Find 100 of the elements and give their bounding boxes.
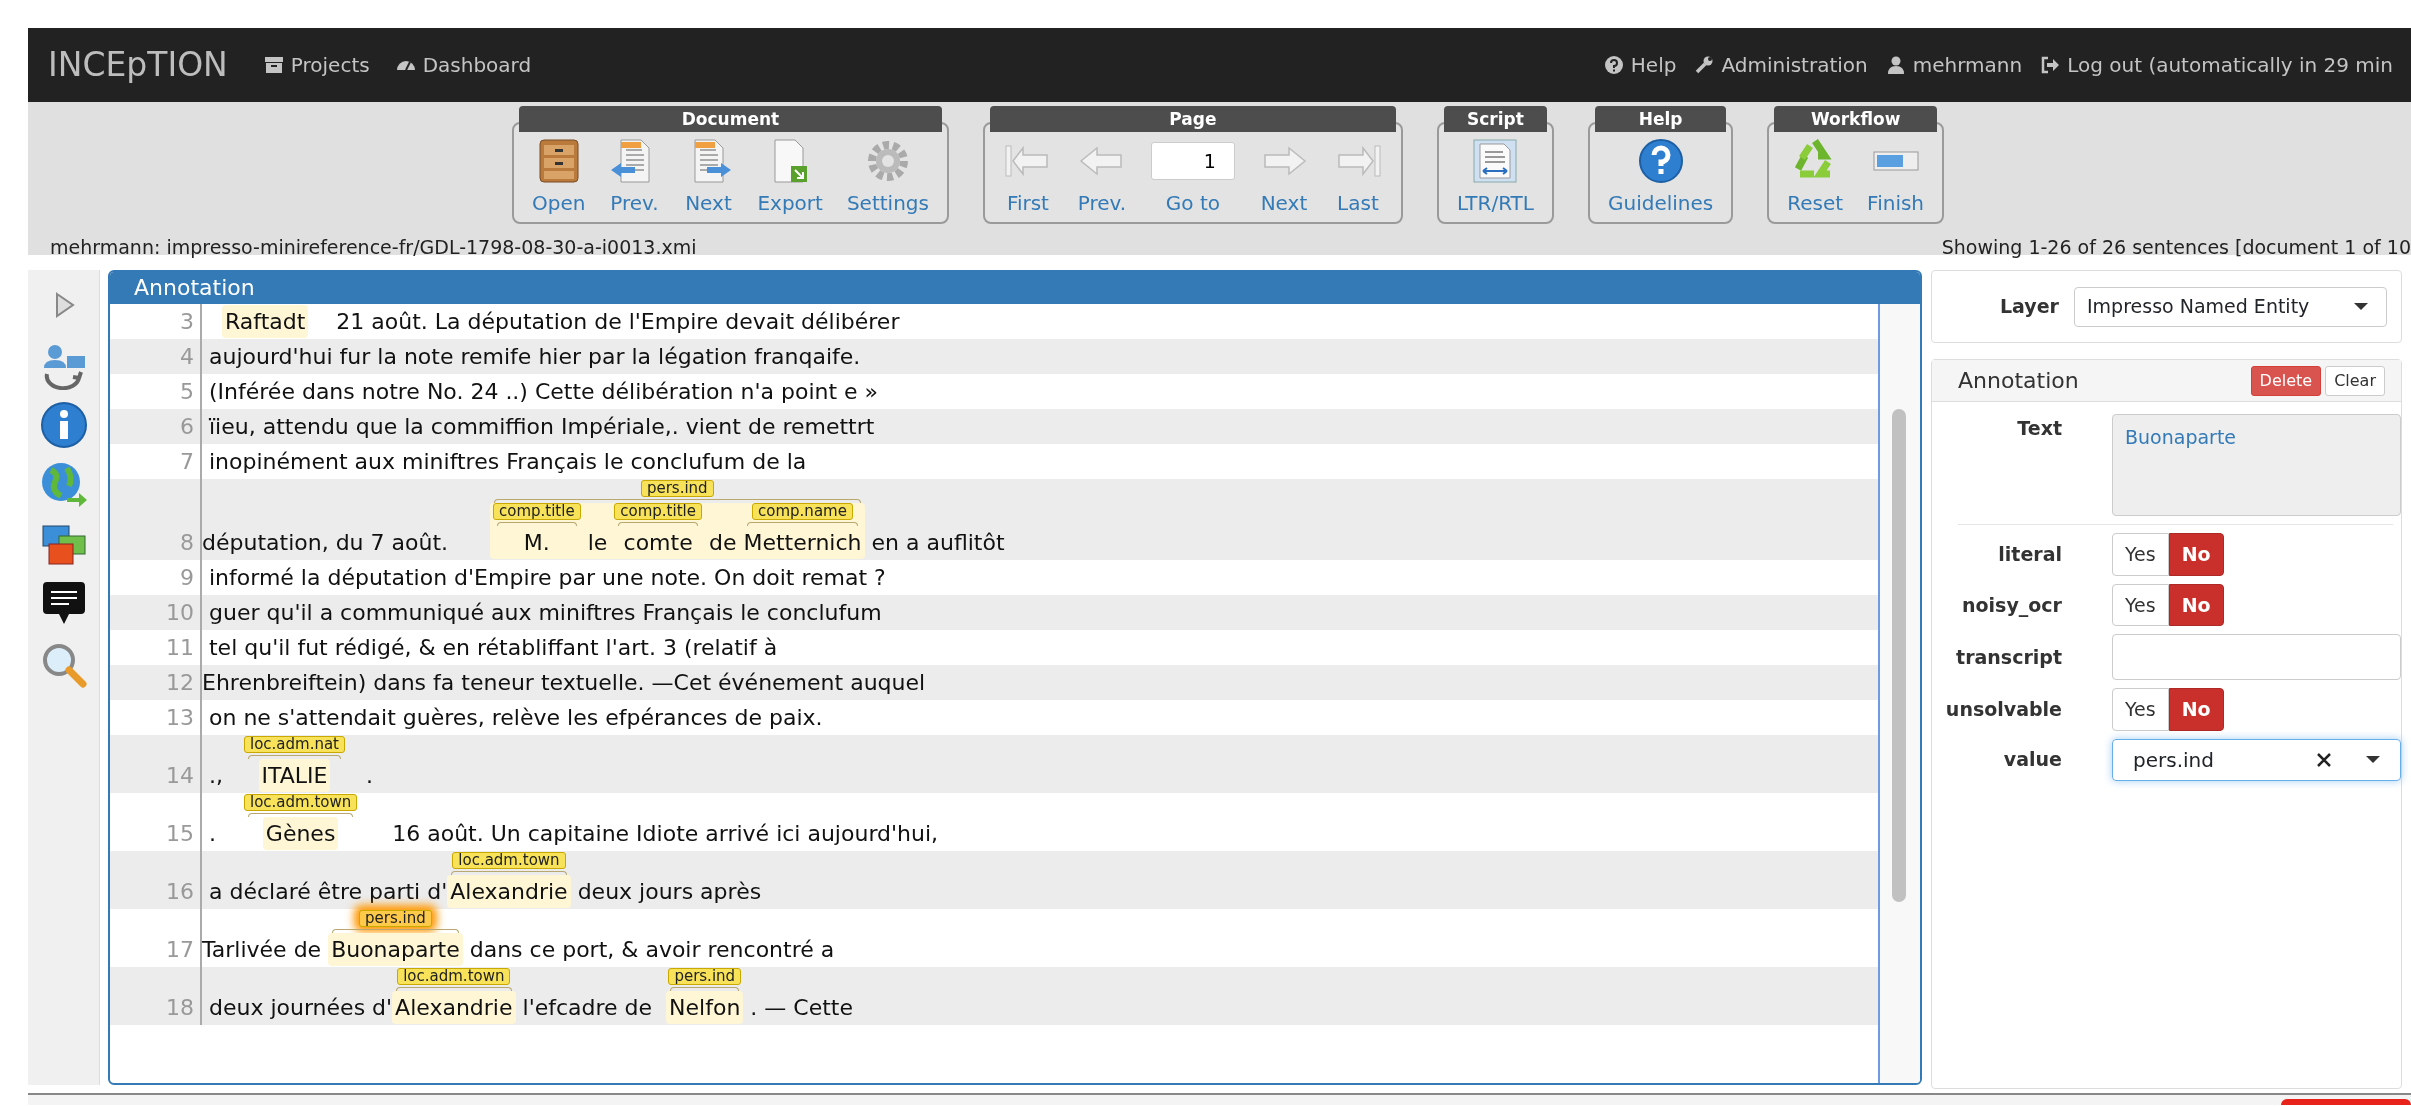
nav-link[interactable]: mehrmann [1885,50,2023,80]
toolbar-button[interactable]: LTR/RTL [1446,136,1544,218]
sentence-text: dans ce port, & avoir rencontré a [468,936,835,964]
annotated-word[interactable]: comte [623,526,693,559]
sentence-text: ïieu, attendu que la commiffion Impériale,. vient de remettrt [208,413,875,441]
annotation-label[interactable]: loc.adm.town [452,852,566,869]
page-number-field[interactable]: 1 [1150,142,1235,180]
annotation-label[interactable]: comp.title [493,503,581,520]
field-label: Layer [1999,294,2060,320]
scrollbar-thumb[interactable] [1892,409,1906,902]
field-label: literal [1997,542,2063,567]
annotation-label[interactable]: loc.adm.nat [243,736,345,753]
group-title: Script [1443,106,1547,132]
sentence-text: 16 août. Un capitaine Idiote arrivé ici aujourd'hui, [391,820,939,848]
annotated-word[interactable]: Nelfon [666,991,744,1024]
annotated-word[interactable]: M. [523,526,550,559]
sentence-text: 21 août. La députation de l'Empire devait délibérer [335,308,900,336]
sentence-text: . — Cette [749,994,853,1022]
sentence-text: l'efcadre de [521,994,654,1022]
delete-button[interactable]: Delete [2250,365,2322,396]
nav-link[interactable]: Dashboard [395,50,532,80]
annotated-word[interactable]: Raftadt [222,305,309,338]
toolbar-button[interactable]: Next [673,136,744,218]
sentence-text: tel qu'il fut rédigé, & en rétabliffant l'art. 3 (relatif à [208,634,778,662]
sentence-text: députation, du 7 août. [202,529,450,557]
line-number: 18 [110,967,202,1025]
line-number: 16 [110,851,202,909]
toggle-option[interactable]: Yes [2112,583,2169,626]
toggle-option[interactable]: No [2168,688,2224,731]
sentence-text: a déclaré être parti d' [208,878,448,906]
document-path: mehrmann: impresso-minireference-fr/GDL-1798-08-30-a-i0013.xmi [50,235,697,260]
annotation-label[interactable]: comp.name [752,503,853,520]
line-number: 14 [110,735,202,793]
annotated-word[interactable]: Gènes [262,817,339,850]
toolbar-button[interactable]: Finish [1857,136,1935,218]
clear-button[interactable]: Clear [2325,365,2385,396]
brand-logo[interactable]: INCEpTION [48,40,228,90]
line-number: 8 [110,479,202,560]
annotation-label[interactable]: pers.ind [359,910,432,927]
line-number: 12 [110,665,202,700]
sentence-text: le [586,529,609,557]
toggle-option[interactable]: Yes [2112,533,2169,576]
archive-icon [263,55,284,75]
group-title: Page [989,106,1396,132]
help-icon [1603,55,1624,75]
group-title: Workflow [1774,106,1938,132]
field-label: Text [2016,416,2063,441]
caret-icon [2366,756,2380,763]
toggle-option[interactable]: Yes [2112,688,2169,731]
toolbar-button[interactable]: Guidelines [1597,136,1724,218]
layer-dropdown[interactable]: Impresso Named Entity [2074,286,2387,327]
value-field[interactable]: pers.ind [2112,738,2401,781]
toolbar-button[interactable]: Next [1248,136,1319,218]
sentence-text: en a auflitôt [870,529,1005,557]
field-label: noisy_ocr [1961,592,2063,619]
annotated-word[interactable]: ITALIE [258,759,331,792]
transcript-field[interactable] [2112,634,2401,680]
toolbar-button[interactable]: Open [522,136,596,218]
field-label: transcript [1955,644,2063,670]
nav-link[interactable]: Log out (automatically in 29 min [2040,50,2393,80]
annotation-label[interactable]: loc.adm.town [397,968,511,985]
toolbar-button[interactable]: Prev. [1066,136,1137,218]
sentence-text: guer qu'il a communiqué aux miniftres Français le conclufum [208,599,882,627]
wrench-icon [1694,55,1715,75]
toolbar-button[interactable]: Reset [1777,136,1854,218]
annotation-label[interactable]: loc.adm.town [243,794,358,811]
toolbar-button[interactable]: Export [747,136,833,218]
annotated-word[interactable]: Metternich [743,526,862,559]
go-to-link[interactable]: Go to [1165,188,1220,218]
toggle-option[interactable]: No [2168,583,2224,626]
nav-link[interactable]: Projects [263,50,370,80]
line-number: 6 [110,409,202,444]
clear-icon [2316,751,2332,768]
nav-link[interactable]: Help [1603,50,1677,80]
annotated-word[interactable]: Buonaparte [328,933,463,966]
sentence-text: Tarlivée de [202,936,323,964]
line-number: 4 [110,339,202,374]
field-label: value [2002,747,2063,773]
toggle-option[interactable]: No [2168,533,2224,576]
toolbar-button[interactable]: First [992,136,1063,218]
toolbar-button[interactable]: Prev. [599,136,670,218]
info-icon[interactable] [38,400,89,450]
group-title: Document [519,106,942,132]
sentence-text: de [707,529,738,557]
sentence-text: Ehrenbreiftein) dans fa teneur textuelle. —Cet événement auquel [202,669,926,697]
sentence-text: informé la députation d'Empire par une note. On doit remat ? [208,564,886,592]
sentence-text: inopinément aux miniftres Français le conclufum de la [208,448,807,476]
sentence-text: aujourd'hui fur la note remife hier par la légation franqaife. [208,343,861,371]
toolbar-button[interactable]: Last [1322,136,1393,218]
annotation-label[interactable]: comp.title [614,503,702,520]
annotation-label[interactable]: pers.ind [640,480,714,497]
field-value: pers.ind [2133,746,2214,774]
card-title: Annotation [1958,367,2079,395]
annotated-word[interactable]: Alexandrie [447,875,571,908]
toolbar-button[interactable]: Settings [836,136,939,218]
caret-icon [2354,303,2368,310]
nav-link[interactable]: Administration [1694,50,1868,80]
annotated-word[interactable]: Alexandrie [392,991,516,1024]
annotation-label[interactable]: pers.ind [668,968,742,985]
sentence-text: deux jours après [576,878,762,906]
